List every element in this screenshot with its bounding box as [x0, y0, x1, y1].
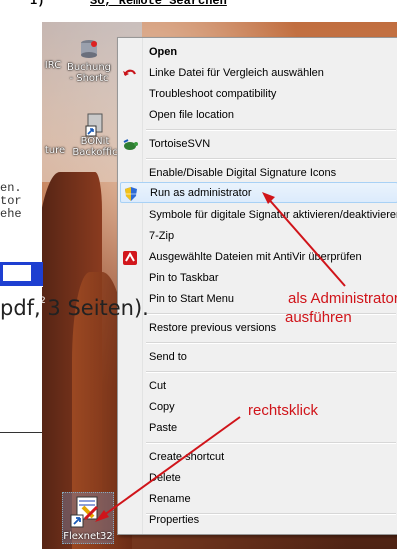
- desktop-icon-ture[interactable]: ture: [40, 145, 70, 156]
- menu-item-7zip[interactable]: 7-Zip: [118, 226, 397, 247]
- annotation-admin-line1: als Administrator: [288, 290, 397, 307]
- menu-item-label: Send to: [149, 351, 187, 363]
- menu-item-label: Cut: [149, 380, 167, 392]
- doc-text-line: ehe: [0, 207, 22, 221]
- menu-item-troubleshoot[interactable]: Troubleshoot compatibility: [118, 84, 397, 105]
- menu-item-label: Ausgewählte Dateien mit AntiVir überprüf…: [149, 251, 362, 263]
- menu-item-digital-signature[interactable]: Enable/Disable Digital Signature Icons: [118, 163, 397, 184]
- context-menu: Open Linke Datei für Vergleich auswählen…: [117, 37, 397, 535]
- desktop-icon-label: BONit Backoffic: [72, 136, 118, 158]
- menu-separator: [146, 342, 396, 344]
- menu-item-label: Pin to Start Menu: [149, 293, 234, 305]
- menu-item-label: Delete: [149, 472, 181, 484]
- menu-item-paste[interactable]: Paste: [118, 418, 397, 439]
- menu-item-rename[interactable]: Rename: [118, 489, 397, 510]
- shortcut-icon: [84, 112, 106, 137]
- menu-item-open-location[interactable]: Open file location: [118, 105, 397, 126]
- flexnet-icon: [70, 496, 99, 528]
- menu-item-label: Open file location: [149, 109, 234, 121]
- menu-item-restore-versions[interactable]: Restore previous versions: [118, 318, 397, 339]
- section-heading: So, Remote Searchen: [90, 0, 227, 8]
- menu-item-label: Run as administrator: [150, 187, 252, 199]
- database-icon: [78, 38, 100, 60]
- menu-item-delete[interactable]: Delete: [118, 468, 397, 489]
- menu-separator: [146, 442, 396, 444]
- menu-item-signature-symbols[interactable]: Symbole für digitale Signatur aktivieren…: [118, 205, 397, 226]
- menu-item-label: Properties: [149, 514, 200, 526]
- menu-item-label: Troubleshoot compatibility: [149, 88, 277, 100]
- annotation-admin-line2: ausführen: [285, 309, 352, 326]
- menu-item-cut[interactable]: Cut: [118, 376, 397, 397]
- menu-item-left-file-compare[interactable]: Linke Datei für Vergleich auswählen: [118, 63, 397, 84]
- menu-item-label: Paste: [149, 422, 178, 434]
- menu-item-pin-taskbar[interactable]: Pin to Taskbar: [118, 268, 397, 289]
- document-header: 1) So, Remote Searchen: [0, 0, 397, 10]
- menu-item-properties[interactable]: Properties: [118, 510, 397, 531]
- doc-text-line: tor: [0, 194, 22, 208]
- menu-item-send-to[interactable]: Send to: [118, 347, 397, 368]
- menu-separator: [146, 158, 396, 160]
- menu-separator: [146, 313, 396, 315]
- undo-icon: [122, 66, 138, 82]
- menu-item-label: Pin to Taskbar: [149, 272, 219, 284]
- desktop-icon-label: ture: [44, 145, 66, 156]
- doc-text-line: en.: [0, 181, 22, 195]
- menu-separator: [146, 371, 396, 373]
- antivir-icon: [122, 250, 138, 266]
- section-number: 1): [30, 0, 45, 8]
- desktop-icon-buchung[interactable]: Buchung - Shortc: [62, 38, 116, 84]
- menu-item-run-as-admin[interactable]: Run as administrator: [120, 182, 397, 203]
- desktop-icon-label: Buchung - Shortc: [66, 62, 112, 84]
- menu-item-label: Symbole für digitale Signatur aktivieren…: [149, 209, 397, 221]
- desktop-icon-label: IRC: [44, 60, 62, 71]
- menu-item-label: Linke Datei für Vergleich auswählen: [149, 67, 324, 79]
- doc-rule: [0, 432, 42, 433]
- menu-item-label: 7-Zip: [149, 230, 175, 242]
- menu-item-create-shortcut[interactable]: Create shortcut: [118, 447, 397, 468]
- doc-large-text: pdf, 3 Seiten).: [0, 296, 149, 320]
- desktop-icon-label: Flexnet32: [63, 531, 113, 542]
- desktop-icon-bonit[interactable]: BONit Backoffic: [68, 112, 122, 158]
- menu-item-label: Enable/Disable Digital Signature Icons: [149, 167, 337, 179]
- menu-item-label: Restore previous versions: [149, 322, 277, 334]
- menu-item-label: Open: [149, 46, 178, 58]
- desktop-icon-flexnet[interactable]: Flexnet32: [62, 492, 114, 544]
- menu-item-label: Copy: [149, 401, 175, 413]
- menu-item-tortoisesvn[interactable]: TortoiseSVN: [118, 134, 397, 155]
- menu-item-label: Create shortcut: [149, 451, 225, 463]
- blue-box: [0, 262, 43, 287]
- menu-separator: [146, 129, 396, 131]
- shield-icon: [123, 186, 139, 202]
- annotation-rightclick: rechtsklick: [248, 402, 319, 419]
- menu-item-label: TortoiseSVN: [149, 138, 211, 150]
- tortoise-icon: [122, 137, 138, 153]
- menu-item-label: Rename: [149, 493, 191, 505]
- menu-item-open[interactable]: Open: [118, 42, 397, 63]
- menu-item-antivir[interactable]: Ausgewählte Dateien mit AntiVir überprüf…: [118, 247, 397, 268]
